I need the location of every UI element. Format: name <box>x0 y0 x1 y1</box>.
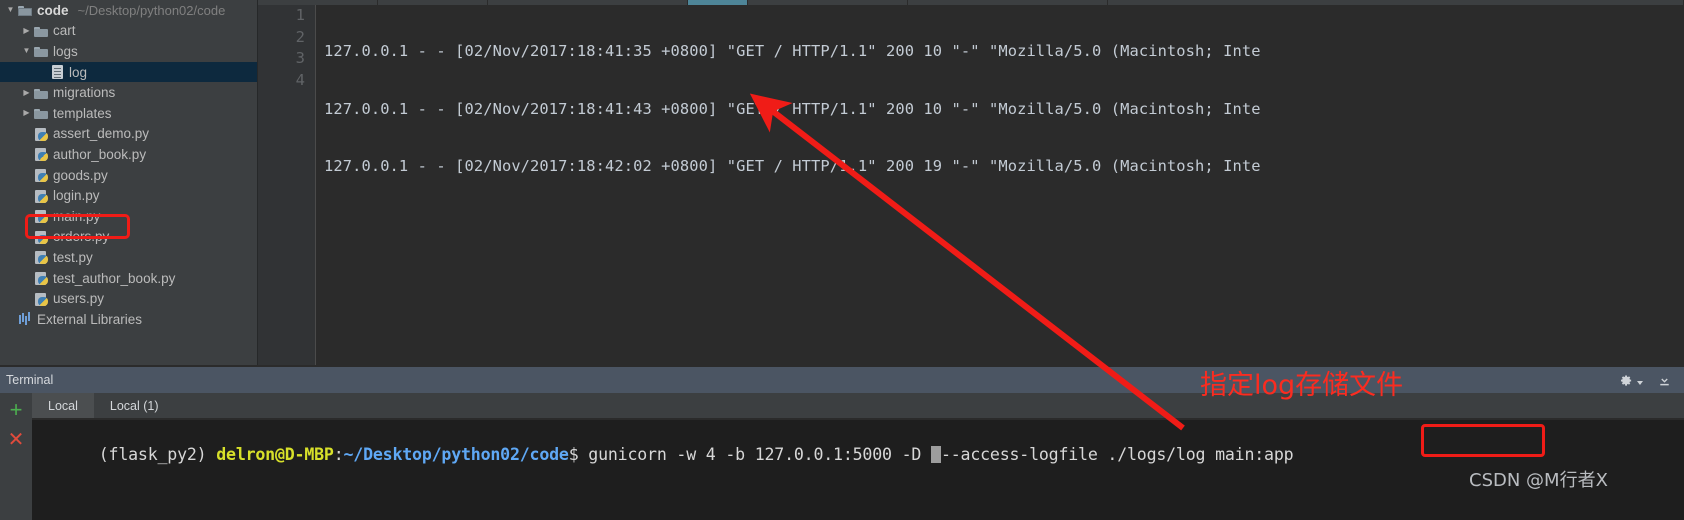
tree-item-test-author-book-py[interactable]: test_author_book.py <box>0 268 257 289</box>
chevron-down-icon[interactable]: ▼ <box>4 6 17 14</box>
annotation-note: 指定log存储文件 <box>1200 370 1404 401</box>
terminal-tab-local[interactable]: Local <box>32 393 94 418</box>
gear-icon[interactable] <box>1618 373 1632 387</box>
folder-icon <box>33 85 49 101</box>
chevron-down-icon[interactable] <box>1637 381 1643 385</box>
folder-icon <box>33 23 49 39</box>
terminal-title: Terminal <box>6 373 54 387</box>
file-icon <box>49 64 65 80</box>
tree-item-login-py[interactable]: login.py <box>0 185 257 206</box>
tree-item-label: migrations <box>53 85 116 101</box>
terminal-side-toolbar: + ✕ <box>0 393 32 520</box>
python-file-icon <box>33 270 49 286</box>
tree-item-label: test_author_book.py <box>53 270 176 286</box>
python-file-icon <box>33 291 49 307</box>
line-number-gutter: 1 2 3 4 <box>258 5 316 365</box>
tree-item-label: cart <box>53 23 76 39</box>
python-file-icon <box>33 188 49 204</box>
tree-item-templates[interactable]: ▶ templates <box>0 103 257 124</box>
chevron-down-icon[interactable]: ▼ <box>20 47 33 55</box>
tree-item-label: author_book.py <box>53 146 147 162</box>
folder-icon <box>33 43 49 59</box>
prompt-colon: : <box>333 445 344 464</box>
watermark: CSDN @M行者X <box>1469 470 1608 491</box>
plus-icon[interactable]: + <box>7 399 25 421</box>
tree-item-label: test.py <box>53 249 93 265</box>
tree-item-external-libraries[interactable]: External Libraries <box>0 309 257 330</box>
project-root-path: ~/Desktop/python02/code <box>77 2 226 18</box>
terminal-cursor <box>930 446 941 463</box>
prompt-venv: (flask_py2) <box>98 445 217 464</box>
highlight-box-main-py <box>25 214 130 239</box>
python-file-icon <box>33 167 49 183</box>
terminal-tab-bar[interactable]: Local Local (1) <box>32 393 1684 418</box>
log-line: 127.0.0.1 - - [02/Nov/2017:18:41:35 +080… <box>324 42 1261 60</box>
tree-item-goods-py[interactable]: goods.py <box>0 165 257 186</box>
libraries-icon <box>17 311 33 327</box>
log-line: 127.0.0.1 - - [02/Nov/2017:18:42:02 +080… <box>324 157 1261 175</box>
ide-window: ▼ code ~/Desktop/python02/code ▶ cart ▼ log… <box>0 0 1684 520</box>
tree-item-label: logs <box>53 43 78 59</box>
close-icon[interactable]: ✕ <box>7 430 25 450</box>
editor-area[interactable]: 1 2 3 4 127.0.0.1 - - [02/Nov/2017:18:41… <box>258 5 1684 365</box>
project-tree[interactable]: ▶ cart ▼ logs log ▶ migrations ▶ templates assert… <box>0 21 257 330</box>
tree-item-label: assert_demo.py <box>53 126 150 142</box>
folder-icon <box>33 105 49 121</box>
log-line: 127.0.0.1 - - [02/Nov/2017:18:41:43 +080… <box>324 99 1261 118</box>
prompt-dollar: $ <box>568 445 589 464</box>
tree-item-label: users.py <box>53 291 105 307</box>
python-file-icon <box>33 146 49 162</box>
hide-panel-icon[interactable] <box>1657 373 1672 388</box>
project-root-row[interactable]: ▼ code ~/Desktop/python02/code <box>0 0 257 21</box>
line-number: 4 <box>295 70 305 89</box>
terminal-panel-header[interactable]: Terminal <box>0 367 1684 393</box>
folder-icon <box>17 2 33 18</box>
tree-item-label: templates <box>53 105 112 121</box>
tree-item-label: login.py <box>53 188 100 204</box>
tree-item-label: log <box>69 64 88 80</box>
terminal-tab-local-1[interactable]: Local (1) <box>93 393 175 418</box>
project-root-name: code <box>37 2 69 18</box>
tree-item-migrations[interactable]: ▶ migrations <box>0 82 257 103</box>
line-number: 1 <box>295 6 305 24</box>
python-file-icon <box>33 249 49 265</box>
tree-item-cart[interactable]: ▶ cart <box>0 21 257 42</box>
line-number: 3 <box>295 49 305 67</box>
tree-item-author-book-py[interactable]: author_book.py <box>0 144 257 165</box>
highlight-box-main-app <box>1421 424 1545 457</box>
prompt-path: ~/Desktop/python02/code <box>343 445 569 464</box>
tree-item-label: External Libraries <box>37 311 143 327</box>
line-number: 2 <box>295 27 305 46</box>
prompt-user-host: delron@D-MBP <box>216 445 334 464</box>
tree-item-log[interactable]: log <box>0 61 257 83</box>
tree-item-label: goods.py <box>53 167 108 183</box>
terminal-header-tools <box>1618 373 1684 388</box>
terminal-command-pre-cursor: gunicorn -w 4 -b 127.0.0.1:5000 -D <box>588 445 931 464</box>
tree-item-test-py[interactable]: test.py <box>0 247 257 268</box>
tree-item-assert-demo-py[interactable]: assert_demo.py <box>0 124 257 145</box>
chevron-right-icon[interactable]: ▶ <box>20 88 33 97</box>
terminal-command-post-cursor: --access-logfile ./logs/log main:app <box>940 445 1294 464</box>
tree-item-logs[interactable]: ▼ logs <box>0 41 257 62</box>
chevron-right-icon[interactable]: ▶ <box>20 26 33 35</box>
project-tool-window[interactable]: ▼ code ~/Desktop/python02/code ▶ cart ▼ log… <box>0 0 258 365</box>
python-file-icon <box>33 126 49 142</box>
editor-content[interactable]: 127.0.0.1 - - [02/Nov/2017:18:41:35 +080… <box>324 5 1684 365</box>
tree-item-users-py[interactable]: users.py <box>0 288 257 309</box>
chevron-right-icon[interactable]: ▶ <box>20 109 33 117</box>
